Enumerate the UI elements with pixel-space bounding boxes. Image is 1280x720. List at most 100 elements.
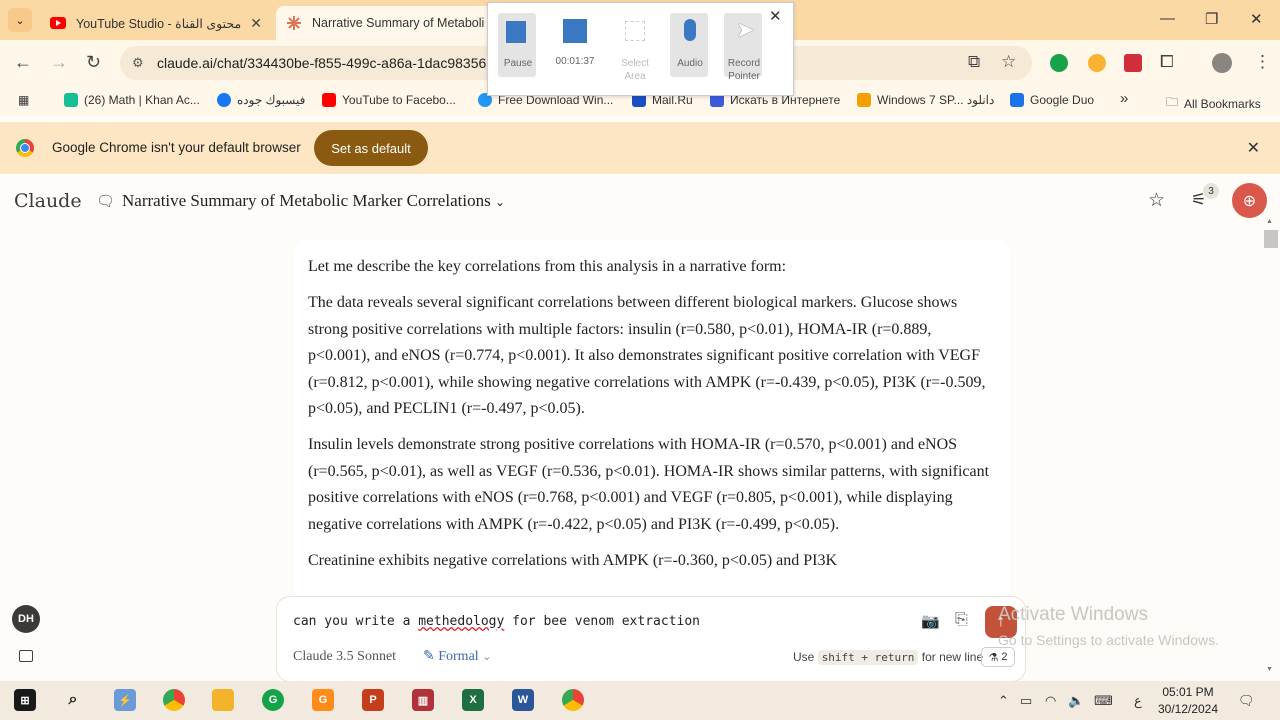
paperclip-icon[interactable]: ⎘ [955,611,968,629]
window-close-icon[interactable]: ✕ [1250,10,1263,28]
all-bookmarks[interactable]: 🗀 All Bookmarks [1166,93,1261,114]
tab-title: Narrative Summary of Metaboli [312,16,485,30]
bookmark-item[interactable]: (26) Math | Khan Ac... [64,93,200,107]
spss-icon[interactable]: ▥ [412,689,434,711]
bookmark-item[interactable]: YouTube to Facebo... [322,93,456,107]
model-selector[interactable]: Claude 3.5 Sonnet [293,649,396,665]
khan-academy-icon [64,93,78,107]
favorite-star-icon[interactable]: ☆ [1148,189,1165,212]
word-icon[interactable]: W [512,689,534,711]
volume-icon[interactable]: 🔈 [1068,693,1084,709]
notifications-icon[interactable]: 🗨 [1238,693,1255,709]
minimize-icon[interactable]: — [1160,10,1175,27]
chrome-icon[interactable] [562,689,584,711]
bookmark-item[interactable]: فيسبوك جوده [217,93,305,107]
style-selector[interactable]: ✎ Formal ⌄ [423,648,491,665]
camera-icon[interactable]: 📷 [921,612,940,630]
folder-icon: 🗀 [1166,95,1179,109]
file-explorer-icon[interactable] [212,689,234,711]
zoom-extension-icon[interactable]: ⊕ [1232,183,1267,218]
grammarly-extension-icon[interactable] [1050,54,1068,72]
close-icon[interactable]: ✕ [1247,138,1260,158]
scroll-down-icon[interactable]: ▼ [1266,666,1273,673]
message-paragraph: Creatinine exhibits negative correlation… [308,552,838,570]
network-icon[interactable]: ◠ [1045,693,1056,709]
app-icon[interactable]: ⚡ [114,689,136,711]
pause-button[interactable]: Pause [498,13,538,77]
message-input[interactable]: can you write a methedology for bee veno… [293,614,700,629]
apps-grid-icon[interactable]: ▦ [18,93,29,107]
pointer-icon: ➤ [736,17,755,42]
claude-favicon-icon [287,16,301,30]
message-composer[interactable]: can you write a methedology for bee veno… [276,596,1026,682]
scroll-up-icon[interactable]: ▲ [1266,218,1273,225]
stop-icon [563,19,587,43]
url-text: claude.ai/chat/334430be-f855-499c-a86a-1… [157,55,487,71]
flask-icon: ⚗ [988,651,999,664]
assistant-message: Let me describe the key correlations fro… [293,240,1011,600]
language-indicator[interactable]: ع [1134,693,1142,709]
pdf-extension-icon[interactable] [1124,54,1142,72]
forward-icon[interactable]: → [50,52,68,73]
more-bookmarks-icon[interactable]: » [1120,90,1128,107]
chat-bubble-icon: 🗨 [96,193,116,210]
prompt-count-badge[interactable]: ⚗ 2 [981,647,1015,667]
windows-start-icon[interactable]: ⊞ [14,689,36,711]
extension-icon[interactable] [1088,54,1106,72]
tab-title: YouTube Studio - محتوى القناة [76,16,242,31]
keyboard-icon[interactable]: ⌨ [1094,693,1113,709]
reload-icon[interactable]: ↻ [86,52,101,73]
tab-youtube-studio[interactable]: YouTube Studio - محتوى القناة ✕ [40,6,272,40]
chrome-logo-icon [16,139,34,157]
style-icon: ✎ [423,649,435,664]
scrollbar-thumb[interactable] [1264,230,1278,248]
chevron-down-icon: ⌄ [494,195,505,209]
battery-icon[interactable]: ▭ [1020,693,1032,709]
bookmark-star-icon[interactable]: ☆ [1001,52,1016,72]
count-badge: 3 [1203,183,1219,199]
chat-title: Narrative Summary of Metabolic Marker Co… [122,191,491,210]
select-area-button[interactable]: Select Area [615,13,655,82]
activate-windows-watermark: Activate Windows Go to Settings to activ… [998,604,1219,648]
youtube-icon [322,93,336,107]
back-icon[interactable]: ← [14,52,32,73]
restore-icon[interactable]: ❐ [1205,10,1218,28]
search-icon[interactable]: ⌕ [62,689,84,711]
tab-search-button[interactable]: ⌄ [8,8,32,32]
extensions-puzzle-icon[interactable]: ⧠ [1160,52,1174,72]
tab-close-icon[interactable]: ✕ [250,15,262,32]
menu-dots-icon[interactable]: ⋮ [1254,52,1271,72]
powerpoint-icon[interactable]: P [362,689,384,711]
chevron-up-icon[interactable]: ⌃ [998,693,1009,709]
excel-icon[interactable]: X [462,689,484,711]
site-info-icon[interactable]: ⚙ [132,55,144,71]
set-as-default-button[interactable]: Set as default [314,130,428,166]
close-icon[interactable]: ✕ [769,7,782,25]
screen-recorder-panel: Pause 00:01:37 Select Area Audio ➤ Recor… [487,2,794,96]
audio-button[interactable]: Audio [670,13,710,77]
message-paragraph: Let me describe the key correlations fro… [308,258,787,275]
record-pointer-button[interactable]: ➤ Record Pointer [724,13,764,82]
clock[interactable]: 05:01 PM 30/12/2024 [1152,684,1224,718]
tab-claude-chat[interactable]: Narrative Summary of Metaboli [276,6,514,40]
message-paragraph: Insulin levels demonstrate strong positi… [308,436,990,533]
user-avatar[interactable]: DH [12,605,40,633]
windows-taskbar: ⊞ ⌕ ⚡ G G P ▥ X W ⌃ ▭ ◠ 🔈 ⌨ ع 05:01 PM 3… [0,681,1280,720]
sidebar-toggle-icon[interactable] [19,650,33,662]
infobar-message: Google Chrome isn't your default browser [52,140,301,155]
default-browser-infobar: Google Chrome isn't your default browser… [0,122,1280,174]
select-area-icon [625,21,645,41]
chrome-icon[interactable] [163,689,185,711]
stop-button[interactable]: 00:01:37 [555,13,595,77]
profile-avatar-icon[interactable] [1212,53,1232,73]
chat-title-dropdown[interactable]: Narrative Summary of Metabolic Marker Co… [122,191,505,211]
claude-logo[interactable]: Claude [14,190,82,212]
microphone-icon [684,19,696,41]
install-app-icon[interactable]: ⧉ [968,52,980,72]
bookmark-item[interactable]: Windows 7 SP... دانلود [857,93,994,107]
chevron-down-icon: ⌄ [482,651,492,663]
google-duo-icon [1010,93,1024,107]
grammarly-icon[interactable]: G [262,689,284,711]
bookmark-item[interactable]: Google Duo [1010,93,1094,107]
app-icon[interactable]: G [312,689,334,711]
